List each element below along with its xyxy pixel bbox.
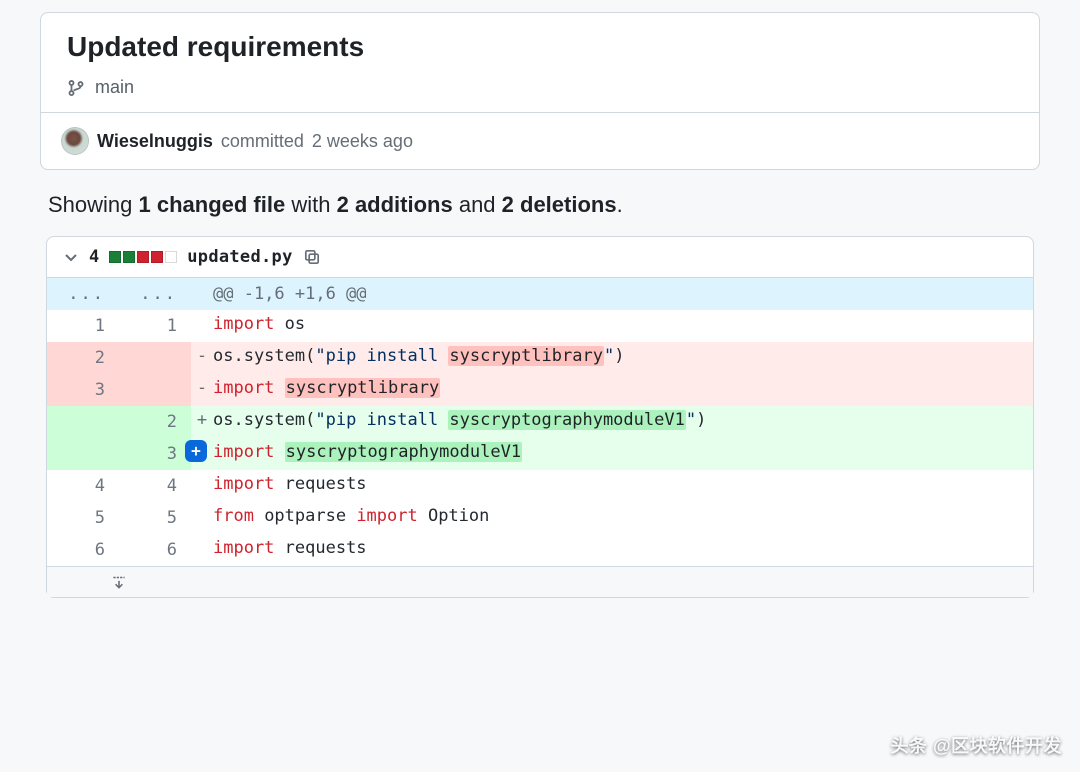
new-line-number[interactable]: 5 (119, 502, 191, 534)
commit-time: 2 weeks ago (312, 131, 413, 152)
branch-row[interactable]: main (67, 77, 1013, 98)
diff-mark: + (191, 406, 213, 438)
diff-line: 2+os.system("pip install syscryptography… (47, 406, 1033, 438)
expand-down-button[interactable] (47, 567, 191, 597)
diff-line: 3++import syscryptographymoduleV1 (47, 438, 1033, 470)
code-content: from optparse import Option (213, 502, 1033, 534)
code-content: import syscryptographymoduleV1 (213, 438, 1033, 470)
diff-mark (191, 502, 213, 534)
diff-mark: - (191, 374, 213, 406)
summary-and: and (453, 192, 502, 217)
new-line-number[interactable]: 6 (119, 534, 191, 566)
diff-line: 3 -import syscryptlibrary (47, 374, 1033, 406)
change-count: 4 (89, 247, 99, 267)
diff-body: ... ... @@ -1,6 +1,6 @@ 11import os2-os.… (47, 278, 1033, 597)
hunk-header-row: ... ... @@ -1,6 +1,6 @@ (47, 278, 1033, 310)
old-line-number[interactable]: 6 (47, 534, 119, 566)
summary-files: 1 changed file (139, 192, 286, 217)
author-name[interactable]: Wieselnuggis (97, 131, 213, 152)
new-line-number[interactable] (119, 342, 191, 374)
code-content: import requests (213, 470, 1033, 502)
diff-mark (191, 310, 213, 342)
old-line-number[interactable]: 3 (47, 374, 119, 406)
watermark: 头条 @区块软件开发 (890, 732, 1062, 758)
code-content: import syscryptlibrary (213, 374, 1033, 406)
diffstat-block-empty (165, 251, 177, 263)
old-line-number[interactable]: 5 (47, 502, 119, 534)
branch-name: main (95, 77, 134, 98)
diffstat-block-add (123, 251, 135, 263)
old-line-number[interactable]: 2 (47, 342, 119, 374)
diff-mark: - (191, 342, 213, 374)
new-line-number[interactable] (119, 374, 191, 406)
new-line-number[interactable]: 4 (119, 470, 191, 502)
new-line-number[interactable]: 3 (119, 438, 191, 470)
add-comment-button[interactable]: + (185, 440, 207, 462)
committed-label: committed (221, 131, 304, 152)
diff-summary: Showing 1 changed file with 2 additions … (48, 192, 1032, 218)
hunk-dots-right: ... (140, 284, 177, 304)
code-content: os.system("pip install syscryptographymo… (213, 406, 1033, 438)
expand-row (47, 566, 1033, 597)
summary-suffix: . (617, 192, 623, 217)
commit-meta-row: Wieselnuggis committed 2 weeks ago (41, 112, 1039, 169)
summary-with: with (285, 192, 336, 217)
diff-mark (191, 534, 213, 566)
expand-down-icon (110, 573, 128, 591)
old-line-number[interactable]: 1 (47, 310, 119, 342)
diff-line: 11 import os (47, 310, 1033, 342)
code-content: import os (213, 310, 1033, 342)
diffstat-block-del (137, 251, 149, 263)
summary-prefix: Showing (48, 192, 139, 217)
code-content: os.system("pip install syscryptlibrary") (213, 342, 1033, 374)
hunk-dots-left: ... (68, 284, 105, 304)
code-content: import requests (213, 534, 1033, 566)
git-branch-icon (67, 79, 85, 97)
diff-line: 44 import requests (47, 470, 1033, 502)
diff-mark (191, 470, 213, 502)
diffstat-blocks (109, 251, 177, 263)
old-line-number[interactable]: 4 (47, 470, 119, 502)
avatar[interactable] (61, 127, 89, 155)
file-name[interactable]: updated.py (187, 247, 292, 267)
new-line-number[interactable]: 1 (119, 310, 191, 342)
new-line-number[interactable]: 2 (119, 406, 191, 438)
diffstat-block-add (109, 251, 121, 263)
old-line-number[interactable] (47, 438, 119, 470)
copy-icon[interactable] (303, 248, 321, 266)
file-header: 4 updated.py (47, 237, 1033, 278)
diff-line: 2 -os.system("pip install syscryptlibrary… (47, 342, 1033, 374)
hunk-header-text: @@ -1,6 +1,6 @@ (213, 278, 1033, 310)
summary-additions: 2 additions (337, 192, 453, 217)
commit-card-header: Updated requirements main (41, 13, 1039, 112)
commit-card: Updated requirements main Wieselnuggis c… (40, 12, 1040, 170)
diffstat-block-del (151, 251, 163, 263)
diff-line: 55 from optparse import Option (47, 502, 1033, 534)
chevron-down-icon[interactable] (63, 249, 79, 265)
commit-title: Updated requirements (67, 31, 1013, 63)
summary-deletions: 2 deletions (502, 192, 617, 217)
diff-panel: 4 updated.py ... ... @@ -1,6 +1,6 @@ 11i… (46, 236, 1034, 598)
old-line-number[interactable] (47, 406, 119, 438)
diff-line: 66 import requests (47, 534, 1033, 566)
